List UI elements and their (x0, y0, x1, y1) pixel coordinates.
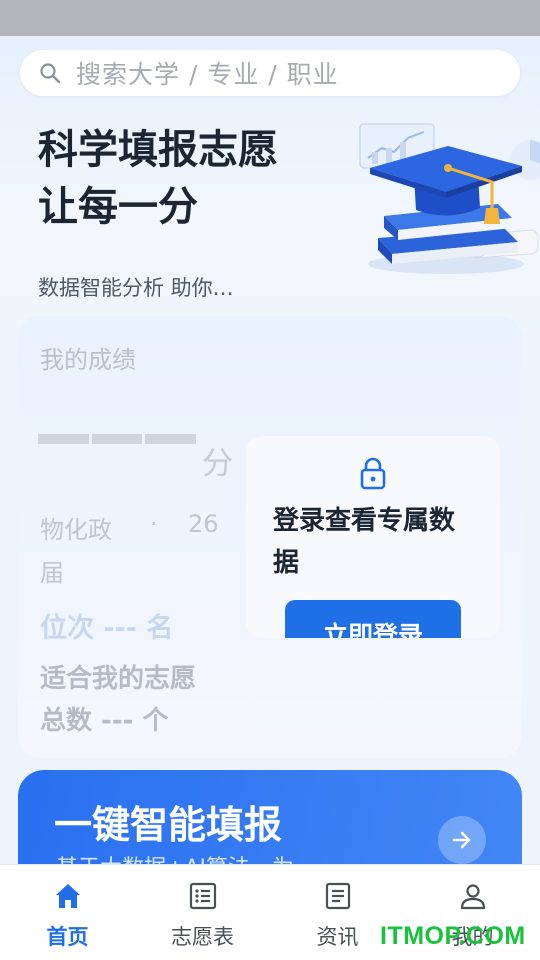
hero-subtitle: 数据智能分析 助你… (38, 276, 234, 300)
tab-label-application-list: 志愿表 (171, 925, 234, 949)
subjects-text: 物化政 (40, 516, 112, 544)
hero-title: 科学填报志愿 让每一分 (38, 127, 278, 230)
matching-count: 总数 --- 个 (40, 706, 169, 736)
search-bar[interactable]: 搜索大学 / 专业 / 职业 (20, 50, 520, 96)
score-placeholder (38, 434, 197, 444)
login-prompt: 登录查看专属数据 (273, 506, 456, 578)
login-button[interactable]: 立即登录 (285, 600, 461, 638)
list-icon (189, 882, 217, 910)
smart-fill-title: 一键智能填报 (54, 803, 283, 847)
tab-label-home: 首页 (46, 925, 89, 949)
subjects-separator: · (150, 510, 158, 538)
search-input[interactable]: 搜索大学 / 专业 / 职业 (76, 55, 339, 91)
score-unit: 分 (202, 446, 233, 482)
matching-label: 适合我的志愿 (40, 664, 197, 694)
search-icon (40, 63, 61, 84)
tab-home[interactable]: 首页 (0, 865, 135, 960)
rank-text: 位次 --- 名 (40, 613, 174, 644)
tab-application-list[interactable]: 志愿表 (135, 865, 270, 960)
session-label: 届 (40, 559, 64, 587)
watermark: ITMOP.COM (380, 922, 526, 950)
status-bar (0, 0, 540, 36)
graduation-year: 26 (188, 510, 219, 538)
arrow-right-icon[interactable] (438, 816, 486, 864)
login-panel: 登录查看专属数据 立即登录 (246, 436, 500, 638)
home-icon (56, 884, 80, 908)
news-icon (325, 882, 351, 910)
user-icon (460, 884, 486, 910)
score-label: 我的成绩 (40, 346, 136, 374)
lock-icon (360, 457, 386, 490)
graduation-cap-books-illustration (359, 123, 540, 274)
